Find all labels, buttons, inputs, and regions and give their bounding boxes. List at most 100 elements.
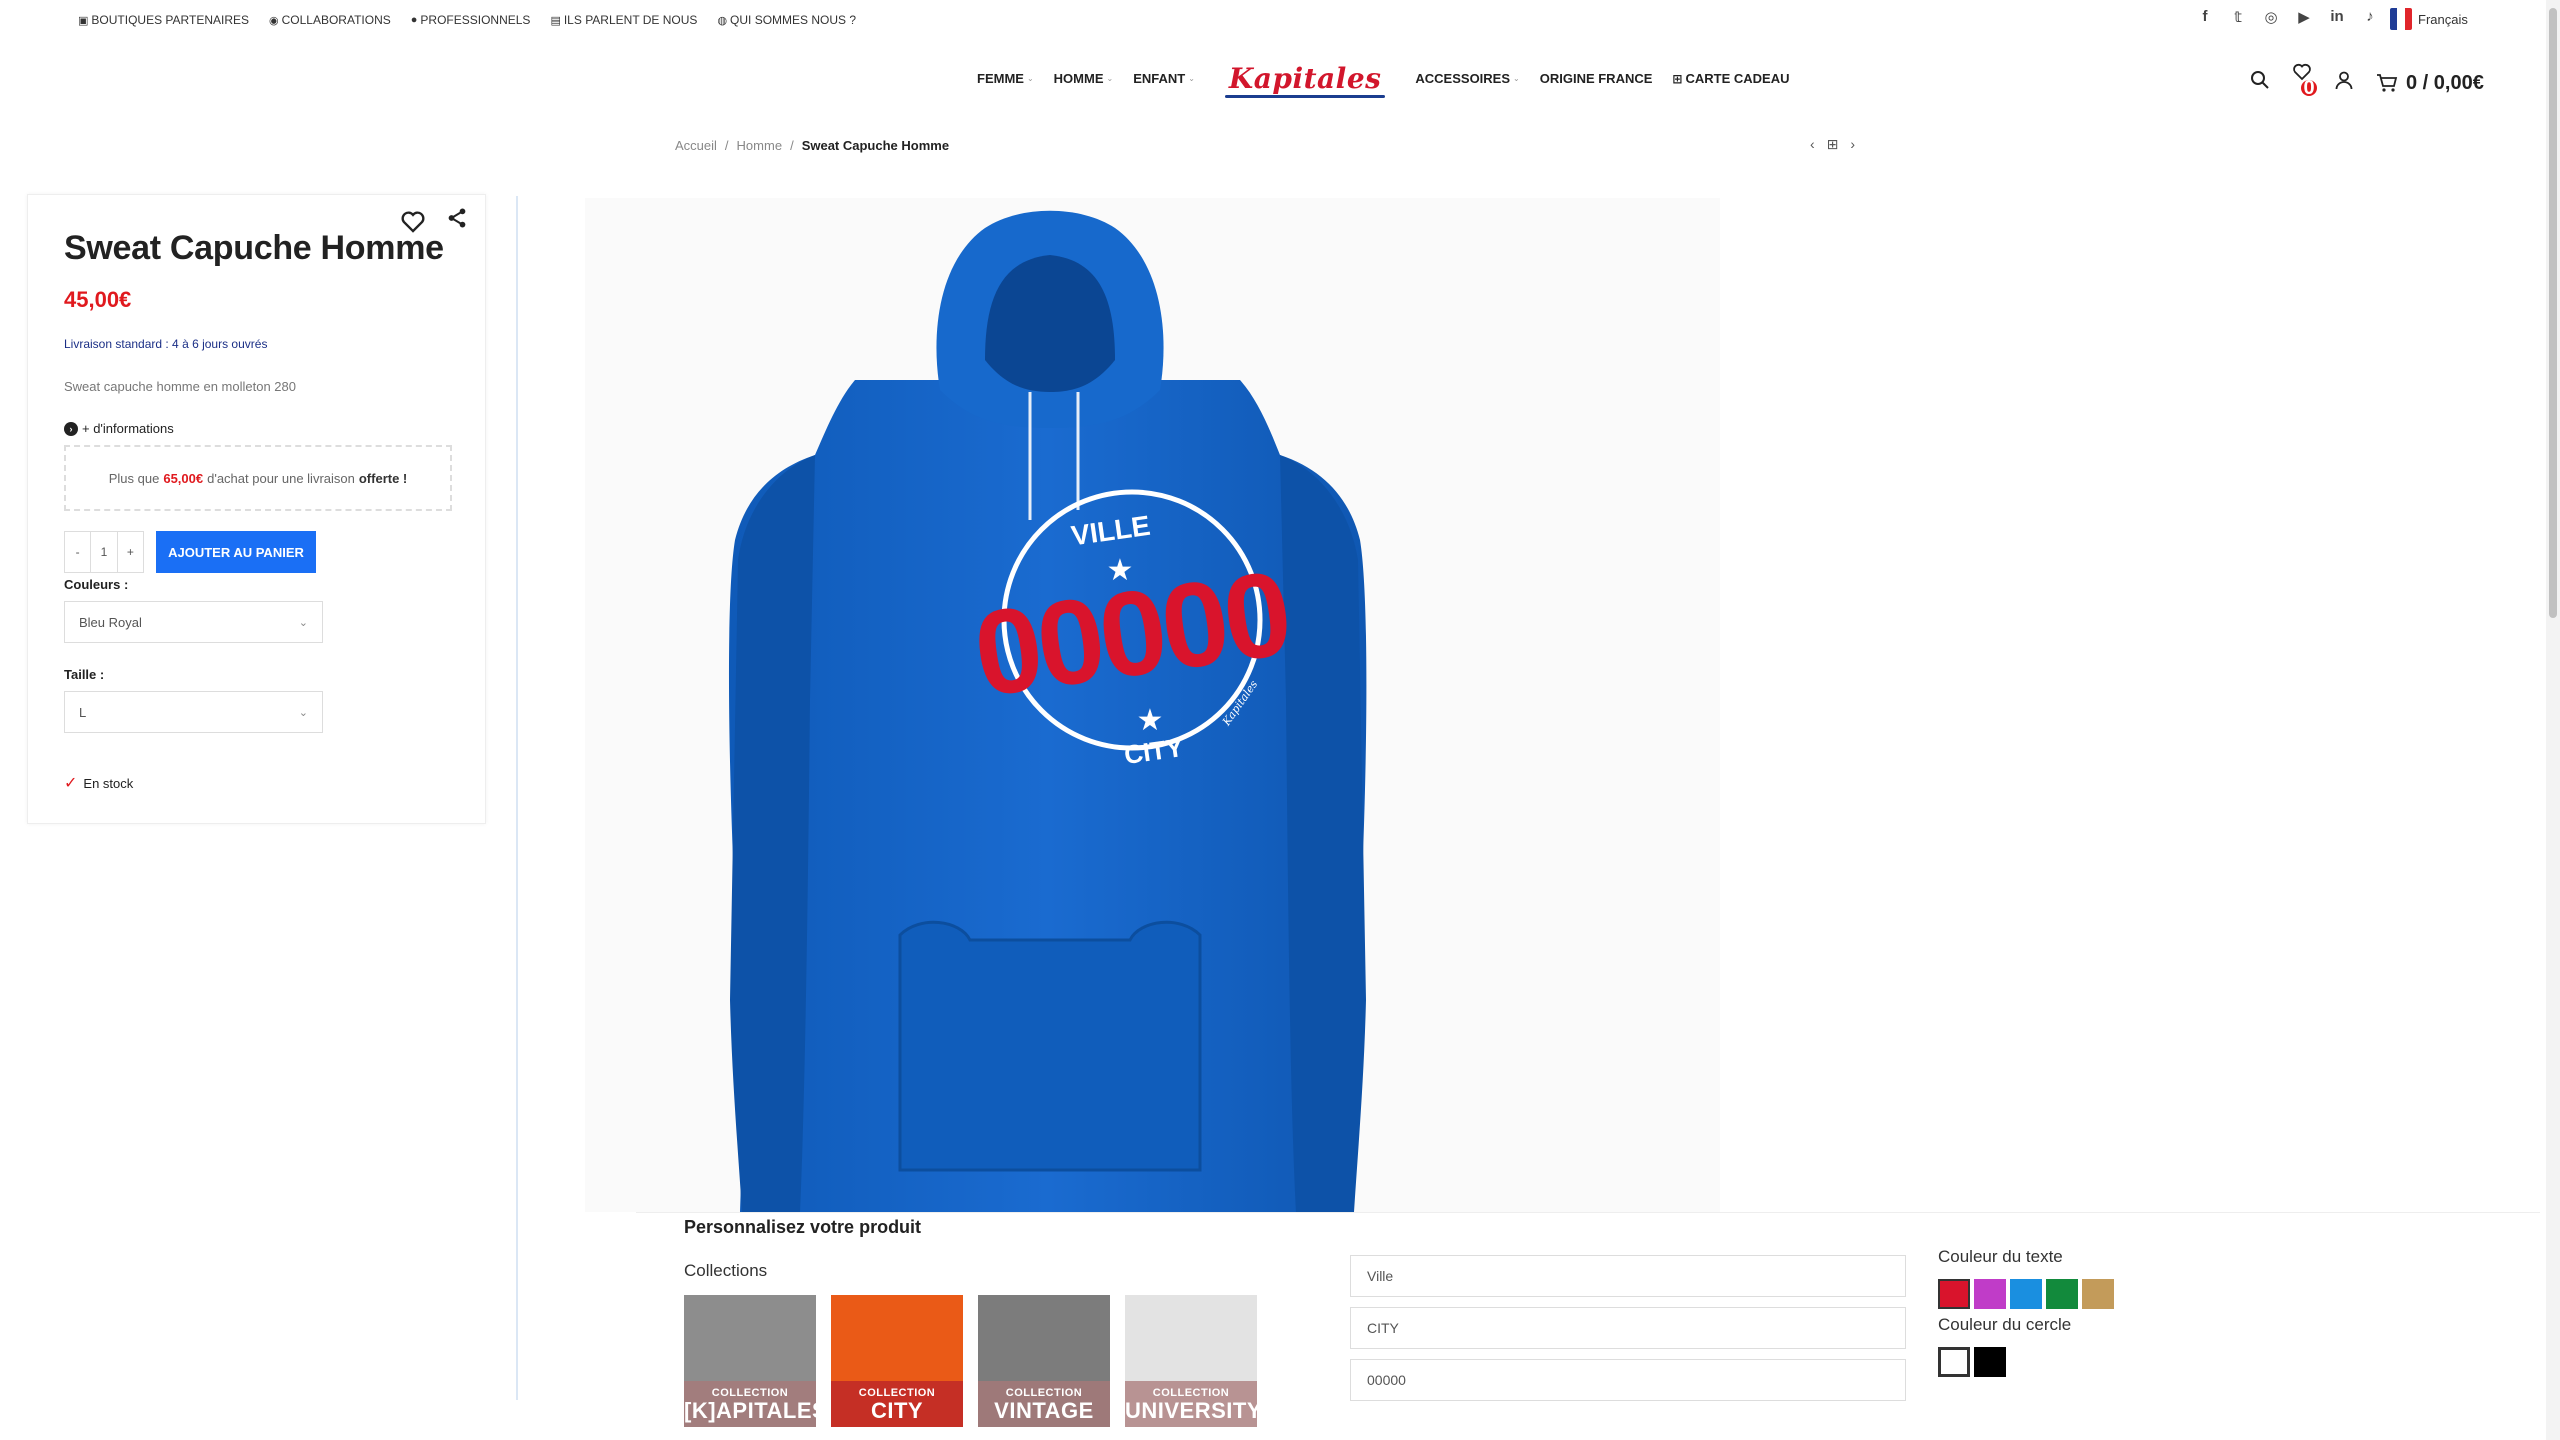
product-description: Sweat capuche homme en molleton 280 — [64, 379, 296, 394]
next-product-icon[interactable]: › — [1850, 136, 1855, 153]
product-title: Sweat Capuche Homme — [64, 229, 444, 267]
chevron-down-icon: ⌄ — [298, 706, 308, 719]
top-link[interactable]: ◉ COLLABORATIONS — [269, 13, 391, 27]
breadcrumb-current: Sweat Capuche Homme — [801, 138, 950, 153]
size-select[interactable]: L ⌄ — [64, 691, 323, 733]
product-image[interactable]: VILLE ★ 00000 ★ CITY Kapitales — [585, 198, 1720, 1212]
color-label: Couleurs : — [64, 577, 129, 592]
chevron-right-icon: › — [64, 421, 78, 436]
circle-color-label: Couleur du cercle — [1938, 1315, 2072, 1334]
top-link[interactable]: ▣ BOUTIQUES PARTENAIRES — [78, 13, 249, 27]
circle-color-swatch[interactable] — [1974, 1347, 2006, 1377]
account-icon[interactable] — [2334, 70, 2354, 96]
top-link-label: COLLABORATIONS — [281, 13, 391, 27]
language-switcher[interactable]: Français — [2390, 8, 2468, 30]
main-nav: FEMME ⌄ HOMME ⌄ ENFANT ⌄ Kapitales ACCESSOI… — [977, 62, 1789, 98]
breadcrumb-category[interactable]: Homme — [737, 138, 783, 153]
circle-color-swatch[interactable] — [1938, 1347, 1970, 1377]
quantity-increase-button[interactable]: + — [118, 532, 143, 572]
cart-button[interactable]: 0 / 0,00€ — [2376, 72, 2484, 95]
nav-carte-cadeau[interactable]: ⊞ CARTE CADEAU — [1672, 71, 1789, 86]
text-field-number[interactable]: 00000 — [1350, 1359, 1906, 1401]
wishlist-icon[interactable]: 0 — [2292, 62, 2317, 104]
top-link[interactable]: ● PROFESSIONNELS — [411, 13, 531, 27]
color-label-text: Couleurs — [64, 577, 121, 592]
scrollbar-thumb[interactable] — [2549, 8, 2557, 618]
divider — [516, 196, 518, 1400]
share-icon[interactable] — [446, 207, 468, 236]
stock-status: ✓ En stock — [64, 773, 133, 793]
top-link-label: QUI SOMMES NOUS ? — [730, 13, 857, 27]
nav-enfant[interactable]: ENFANT ⌄ — [1133, 71, 1195, 86]
chevron-down-icon: ⌄ — [1106, 74, 1114, 83]
text-color-swatch[interactable] — [1974, 1279, 2006, 1309]
top-link[interactable]: ◍ QUI SOMMES NOUS ? — [717, 13, 856, 27]
color-select[interactable]: Bleu Royal ⌄ — [64, 601, 323, 643]
collection-name: UNIVERSITY — [1125, 1398, 1257, 1423]
stock-label: En stock — [83, 775, 134, 791]
more-info-label: + d'informations — [82, 421, 174, 436]
handshake-icon: ◉ — [269, 14, 279, 27]
delivery-info: Livraison standard : 4 à 6 jours ouvrés — [64, 337, 268, 351]
text-color-label: Couleur du texte — [1938, 1247, 2063, 1266]
nav-femme[interactable]: FEMME ⌄ — [977, 71, 1034, 86]
text-color-swatch[interactable] — [2082, 1279, 2114, 1309]
twitter-icon[interactable]: 𝕥 — [2229, 8, 2247, 26]
collection-card[interactable]: COLLECTION [K]APITALES — [684, 1295, 816, 1427]
top-bar: ▣ BOUTIQUES PARTENAIRES ◉ COLLABORATIONS ● PR… — [0, 0, 2560, 42]
breadcrumb-separator: / — [724, 138, 729, 153]
text-field-ville[interactable]: Ville — [1350, 1255, 1906, 1297]
size-select-value: L — [79, 704, 87, 720]
nav-homme-label: HOMME — [1053, 71, 1104, 86]
quantity-input[interactable]: 1 — [91, 532, 118, 572]
collection-card[interactable]: COLLECTION CITY — [831, 1295, 963, 1427]
search-icon[interactable] — [2250, 70, 2270, 96]
top-link-label: PROFESSIONNELS — [420, 13, 531, 27]
collection-label: COLLECTION VINTAGE — [978, 1381, 1110, 1427]
check-icon: ✓ — [64, 775, 78, 792]
text-color-swatch[interactable] — [2010, 1279, 2042, 1309]
previous-product-icon[interactable]: ‹ — [1810, 136, 1815, 153]
add-to-cart-button[interactable]: AJOUTER AU PANIER — [156, 531, 316, 573]
cart-total-label: 0 / 0,00€ — [2406, 71, 2484, 94]
youtube-icon[interactable]: ▶ — [2295, 8, 2313, 26]
instagram-icon[interactable]: ◎ — [2262, 8, 2280, 26]
size-label: Taille : — [64, 667, 105, 682]
nav-accessoires-label: ACCESSOIRES — [1415, 71, 1511, 86]
collection-card[interactable]: COLLECTION UNIVERSITY — [1125, 1295, 1257, 1427]
user-icon: ● — [410, 14, 418, 26]
top-link-label: BOUTIQUES PARTENAIRES — [91, 13, 249, 27]
facebook-icon[interactable]: f — [2196, 8, 2214, 26]
cart-icon — [2377, 74, 2398, 92]
chevron-down-icon: ⌄ — [298, 616, 308, 629]
nav-origine-france[interactable]: ORIGINE FRANCE — [1540, 71, 1653, 86]
nav-carte-cadeau-label: CARTE CADEAU — [1685, 71, 1790, 86]
quantity-stepper: - 1 + — [64, 531, 144, 573]
linkedin-icon[interactable]: in — [2328, 8, 2346, 26]
breadcrumb-separator: / — [790, 138, 794, 153]
collection-name: CITY — [870, 1398, 924, 1423]
size-label-text: Taille — [64, 667, 97, 682]
collection-card[interactable]: COLLECTION VINTAGE — [978, 1295, 1110, 1427]
newspaper-icon: ▤ — [550, 14, 561, 27]
top-link[interactable]: ▤ ILS PARLENT DE NOUS — [550, 13, 697, 27]
breadcrumb-home[interactable]: Accueil — [675, 138, 717, 153]
more-info-toggle[interactable]: › + d'informations — [64, 421, 174, 436]
grid-icon[interactable]: ⊞ — [1827, 136, 1839, 153]
breadcrumb: Accueil / Homme / Sweat Capuche Homme — [675, 138, 949, 153]
site-logo[interactable]: Kapitales — [1224, 62, 1386, 98]
quantity-decrease-button[interactable]: - — [65, 532, 92, 572]
text-color-swatch[interactable] — [2046, 1279, 2078, 1309]
top-links: ▣ BOUTIQUES PARTENAIRES ◉ COLLABORATIONS ● PR… — [78, 13, 856, 27]
gift-icon: ⊞ — [1672, 71, 1683, 86]
product-summary-panel: Sweat Capuche Homme 45,00€ Livraison sta… — [27, 194, 486, 824]
free-shipping-middle: d'achat pour une livraison — [207, 470, 355, 486]
free-shipping-notice: Plus que 65,00€ d'achat pour une livrais… — [64, 445, 452, 511]
nav-homme[interactable]: HOMME ⌄ — [1054, 71, 1114, 86]
text-field-city[interactable]: CITY — [1350, 1307, 1906, 1349]
nav-accessoires[interactable]: ACCESSOIRES ⌄ — [1415, 71, 1519, 86]
collection-name: VINTAGE — [994, 1398, 1094, 1423]
add-to-wishlist-icon[interactable] — [400, 209, 426, 242]
text-color-swatch[interactable] — [1938, 1279, 1970, 1309]
tiktok-icon[interactable]: ♪ — [2361, 8, 2379, 26]
